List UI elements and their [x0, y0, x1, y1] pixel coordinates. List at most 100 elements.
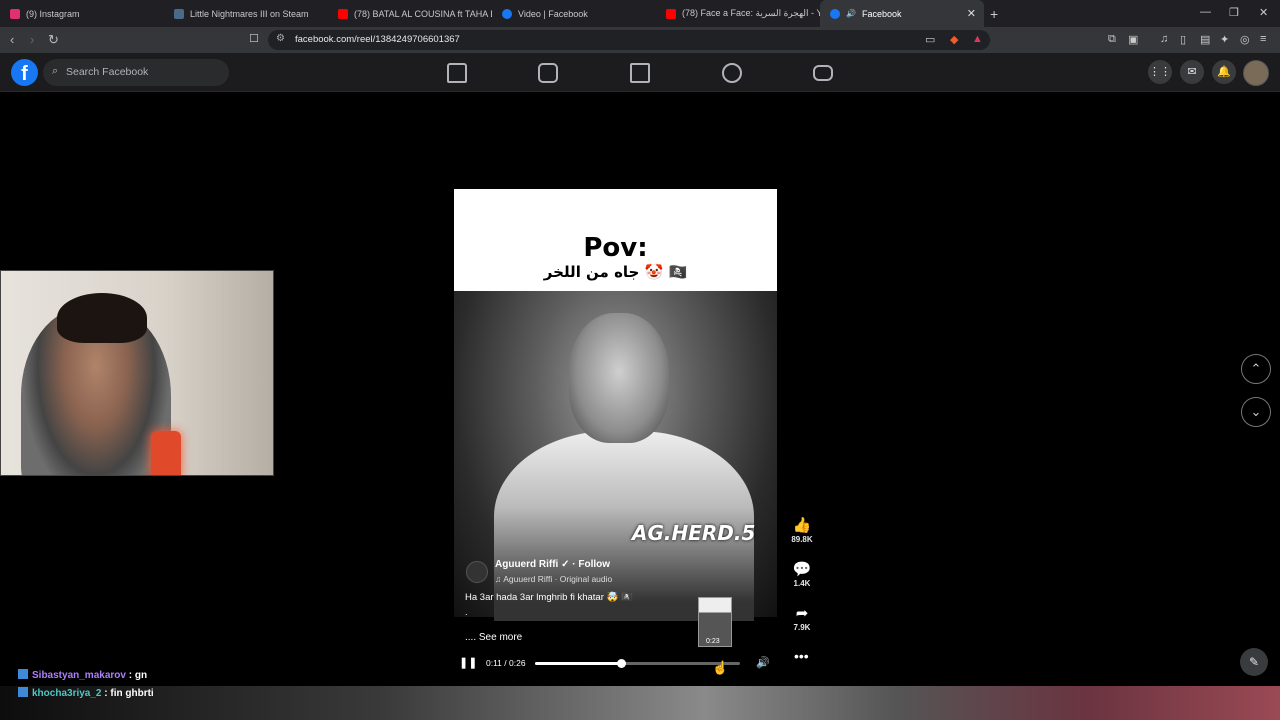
streamer-hair-image — [57, 293, 147, 343]
tab-title: Little Nightmares III on Steam — [190, 8, 309, 19]
facebook-icon — [830, 8, 840, 19]
search-input[interactable]: Search Facebook — [43, 59, 229, 86]
minimize-icon[interactable]: — — [1200, 6, 1211, 18]
url-field[interactable]: facebook.com/reel/1384249706601367 — [268, 30, 990, 50]
wallet-icon[interactable]: ▤ — [1200, 33, 1210, 46]
more-options-icon[interactable]: ••• — [794, 648, 809, 664]
close-window-icon[interactable]: ✕ — [1259, 6, 1268, 19]
messenger-icon[interactable]: ✉ — [1180, 60, 1204, 84]
browser-tab-bar: (9) Instagram Little Nightmares III on S… — [0, 0, 1280, 27]
compose-icon[interactable]: ✎ — [1240, 648, 1268, 676]
sidebar-icon[interactable]: ▯ — [1180, 33, 1186, 46]
tab-facebook-active[interactable]: 🔊 Facebook ✕ — [820, 0, 984, 27]
tab-youtube-2[interactable]: (78) Face a Face: الهجرة السرية - YouTu — [656, 0, 820, 27]
previous-reel-button[interactable]: ⌃ — [1241, 354, 1271, 384]
video-watermark: AG.HERD.5 — [632, 521, 756, 545]
tab-instagram[interactable]: (9) Instagram — [0, 0, 164, 27]
pov-subtitle: جاه من اللخر 🤡 🏴‍☠️ — [543, 263, 688, 281]
chat-message: khocha3riya_2 : fin ghbrti — [18, 687, 154, 699]
cast-icon[interactable]: ▭ — [925, 33, 935, 46]
pause-icon[interactable]: ❚❚ — [459, 656, 477, 669]
caption-dot: . — [465, 607, 468, 617]
rgb-light-image — [151, 431, 181, 475]
facebook-logo[interactable]: f — [11, 59, 38, 86]
site-info-icon[interactable]: ⚙ — [276, 33, 285, 44]
tab-steam[interactable]: Little Nightmares III on Steam — [164, 0, 328, 27]
instagram-icon — [10, 8, 20, 19]
bookmark-icon[interactable]: ☐ — [249, 32, 259, 45]
leo-ai-icon[interactable]: ✦ — [1220, 33, 1229, 46]
search-icon: ⌕ — [52, 65, 59, 77]
youtube-icon — [666, 8, 676, 19]
progress-knob[interactable] — [617, 659, 627, 668]
tab-youtube-1[interactable]: (78) BATAL AL COUSINA ft TAHA ESS — [328, 0, 492, 27]
comment-count: 1.4K — [793, 579, 811, 588]
rewards-icon[interactable]: ▲ — [972, 33, 983, 45]
pov-title: Pov: — [583, 233, 648, 263]
tab-video-facebook[interactable]: Video | Facebook — [492, 0, 656, 27]
gaming-icon[interactable] — [813, 65, 833, 81]
browser-menu-icon[interactable]: ≡ — [1260, 33, 1266, 45]
facebook-icon — [502, 8, 512, 19]
progress-fill — [535, 662, 622, 665]
chat-badge-icon — [18, 687, 28, 697]
progress-track[interactable] — [535, 659, 740, 668]
speaker-icon: 🔊 — [846, 9, 856, 18]
next-reel-preview — [0, 686, 1280, 720]
profile-avatar[interactable] — [1243, 60, 1269, 86]
chat-username: Sibastyan_makarov — [32, 670, 126, 681]
restore-icon[interactable]: ❐ — [1229, 6, 1239, 19]
brave-shield-icon[interactable]: ◆ — [950, 33, 958, 46]
tab-title: Video | Facebook — [518, 8, 588, 19]
new-tab-button[interactable]: + — [990, 6, 998, 22]
see-more-link[interactable]: .... See more — [465, 632, 522, 643]
home-icon[interactable] — [447, 63, 467, 83]
video-controls: ❚❚ 0:11 / 0:26 🔊 — [454, 649, 777, 677]
playback-time: 0:11 / 0:26 — [486, 658, 526, 668]
volume-icon[interactable]: 🔊 — [756, 656, 770, 669]
like-icon: 👍 — [792, 517, 812, 534]
comment-icon: 💬 — [792, 561, 812, 578]
audio-label[interactable]: ♫ Aguuerd Riffi · Original audio — [495, 574, 612, 584]
like-button[interactable]: 👍 89.8K — [786, 516, 818, 544]
chat-username: khocha3riya_2 — [32, 688, 102, 699]
share-count: 7.9K — [793, 623, 811, 632]
reel-video-player[interactable]: Pov: جاه من اللخر 🤡 🏴‍☠️ AG.HERD.5 Aguue… — [454, 189, 777, 678]
reload-icon[interactable]: ↻ — [48, 32, 59, 48]
chat-badge-icon — [18, 669, 28, 679]
mouse-cursor-icon: ☝ — [712, 660, 729, 675]
notifications-icon[interactable]: 🔔 — [1212, 60, 1236, 84]
video-icon[interactable] — [538, 63, 558, 83]
streamer-webcam — [0, 270, 274, 476]
tab-title: (78) BATAL AL COUSINA ft TAHA ESS — [354, 8, 492, 19]
author-avatar[interactable] — [466, 561, 488, 583]
share-button[interactable]: ➦ 7.9K — [786, 604, 818, 632]
tab-title: Facebook — [861, 8, 902, 19]
facebook-navbar: f Search Facebook ⌕ ⋮⋮ ✉ 🔔 — [0, 53, 1280, 92]
menu-grid-icon[interactable]: ⋮⋮ — [1148, 60, 1172, 84]
steam-icon — [174, 8, 184, 19]
chat-text: : gn — [125, 670, 148, 681]
next-reel-button[interactable]: ⌄ — [1241, 397, 1271, 427]
youtube-icon — [338, 8, 348, 19]
like-count: 89.8K — [791, 535, 813, 544]
extensions-icon[interactable]: ⧉ — [1108, 33, 1116, 46]
reel-caption: Ha 3ar hada 3ar lmghrib fi khatar 🤯 🏴‍☠️ — [465, 592, 633, 603]
groups-icon[interactable] — [722, 63, 742, 83]
comment-button[interactable]: 💬 1.4K — [786, 560, 818, 588]
tab-search-icon[interactable]: ▣ — [1128, 33, 1138, 46]
share-icon: ➦ — [795, 605, 809, 622]
close-tab-icon[interactable]: ✕ — [967, 7, 976, 20]
reel-caption-banner: Pov: جاه من اللخر 🤡 🏴‍☠️ — [454, 189, 777, 291]
tab-title: (9) Instagram — [26, 8, 80, 19]
vpn-icon[interactable]: ◎ — [1240, 33, 1250, 46]
back-icon[interactable]: ‹ — [10, 32, 14, 47]
forward-icon[interactable]: › — [30, 32, 34, 47]
author-name-follow[interactable]: Aguuerd Riffi ✓ · Follow — [495, 559, 610, 570]
person-face-image — [569, 313, 669, 443]
chat-message: Sibastyan_makarov : gn — [18, 669, 147, 681]
media-icon[interactable]: ♫ — [1160, 33, 1168, 45]
marketplace-icon[interactable] — [630, 63, 650, 83]
tab-title: (78) Face a Face: الهجرة السرية - YouTu — [682, 8, 820, 18]
chat-text: : fin ghbrti — [101, 688, 154, 699]
